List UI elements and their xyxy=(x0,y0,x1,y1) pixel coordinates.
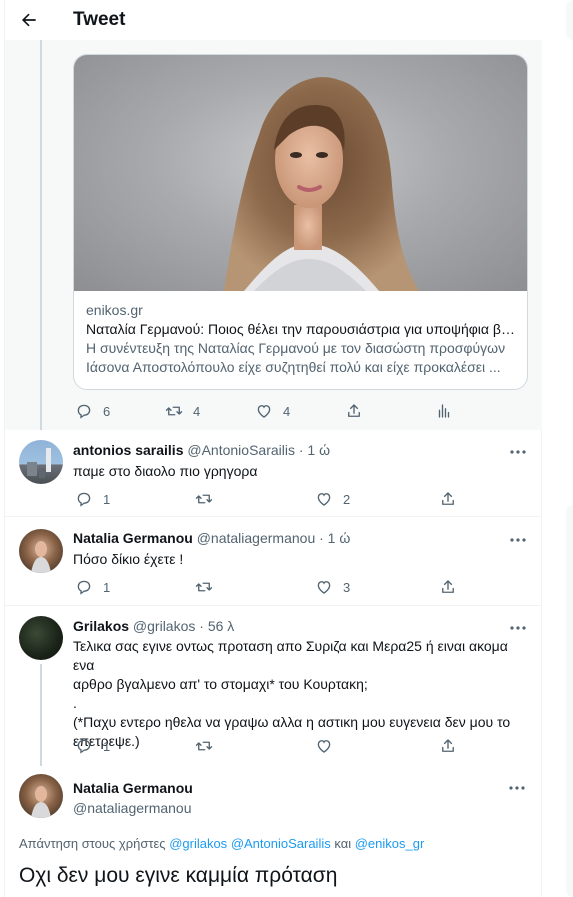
reply-tweet[interactable]: antonios sarailis @AntonioSarailis · 1 ώ… xyxy=(5,430,542,516)
heart-icon xyxy=(317,581,331,594)
replying-prefix: Απάντηση στους χρήστες xyxy=(19,836,166,851)
link-card[interactable]: enikos.gr Ναταλία Γερμανού: Ποιος θέλει … xyxy=(73,54,528,390)
avatar[interactable] xyxy=(19,774,63,818)
analytics-button[interactable] xyxy=(435,402,525,420)
heart-icon xyxy=(257,405,271,418)
share-button[interactable] xyxy=(439,490,529,508)
retweet-button[interactable] xyxy=(195,490,315,508)
avatar[interactable] xyxy=(19,616,63,660)
like-button[interactable]: 2 xyxy=(315,490,439,508)
author-name[interactable]: Natalia Germanou xyxy=(73,780,193,796)
timestamp[interactable]: · 56 λ xyxy=(199,618,234,634)
analytics-icon xyxy=(438,404,450,418)
retweet-icon xyxy=(195,494,213,504)
thread-line xyxy=(40,40,42,430)
reply-count: 1 xyxy=(103,491,111,507)
reply-icon xyxy=(77,492,91,507)
retweet-count: 4 xyxy=(193,403,201,419)
more-icon[interactable] xyxy=(508,442,528,462)
retweet-button[interactable]: 4 xyxy=(165,402,255,420)
timestamp[interactable]: · 1 ώ xyxy=(299,442,330,458)
parent-tweet[interactable]: enikos.gr Ναταλία Γερμανού: Ποιος θέλει … xyxy=(5,40,542,430)
main-tweet-text: Οχι δεν μου εγινε καμμία πρόταση xyxy=(19,864,338,887)
author-handle[interactable]: @grilakos xyxy=(133,618,195,634)
link-card-description: Η συνέντευξη της Ναταλίας Γερμανού με το… xyxy=(86,340,506,375)
timestamp[interactable]: · 1 ώ xyxy=(319,530,350,546)
header: Tweet xyxy=(5,0,542,40)
tweet-text-line: αρθρο βγαλμενο απ' το στομαχι* του Κουρτ… xyxy=(73,676,368,692)
reply-button[interactable]: 6 xyxy=(75,402,165,420)
reply-tweet[interactable]: Grilakos @grilakos · 56 λ Τελικα σας εγι… xyxy=(5,606,542,766)
sidebar-card xyxy=(566,505,573,897)
share-button[interactable] xyxy=(439,578,529,596)
reply-button[interactable]: 1 xyxy=(75,737,195,755)
arrow-left-icon[interactable] xyxy=(11,2,47,38)
author-name[interactable]: Natalia Germanou xyxy=(73,530,193,546)
reply-count: 6 xyxy=(103,403,111,419)
more-icon[interactable] xyxy=(508,618,528,638)
reply-button[interactable]: 1 xyxy=(75,578,195,596)
link-card-title: Ναταλία Γερμανού: Ποιος θέλει την παρουσ… xyxy=(86,321,515,337)
share-icon xyxy=(442,739,454,752)
tweet-actions: 1 2 xyxy=(75,490,529,508)
author-name[interactable]: Grilakos xyxy=(73,618,129,634)
share-icon xyxy=(442,580,454,593)
reply-button[interactable]: 1 xyxy=(75,490,195,508)
mention-link[interactable]: @grilakos xyxy=(169,836,227,851)
tweet-text-line: . xyxy=(73,695,77,711)
author-handle[interactable]: @nataliagermanou xyxy=(197,530,316,546)
more-icon[interactable] xyxy=(508,530,528,550)
like-button[interactable]: 3 xyxy=(315,578,439,596)
reply-tweet[interactable]: Natalia Germanou @nataliagermanou · 1 ώ … xyxy=(5,517,542,605)
avatar[interactable] xyxy=(19,529,63,573)
sidebar-card xyxy=(566,0,573,40)
tweet-text: παμε στο διαολο πιο γρηγορα xyxy=(73,463,258,479)
like-button[interactable] xyxy=(315,737,439,755)
mention-link[interactable]: @AntonioSarailis xyxy=(231,836,331,851)
thread-line xyxy=(40,664,42,766)
link-card-image xyxy=(74,55,527,291)
more-icon[interactable] xyxy=(507,778,527,798)
retweet-icon xyxy=(195,741,213,751)
replying-and: και xyxy=(334,836,352,851)
tweet-text-line: Τελικα σας εγινε οντως προταση απο Συριζ… xyxy=(73,638,508,673)
retweet-button[interactable] xyxy=(195,578,315,596)
share-button[interactable] xyxy=(439,737,529,755)
heart-icon xyxy=(317,740,331,753)
retweet-icon xyxy=(165,406,183,416)
page-title: Tweet xyxy=(73,9,126,30)
heart-icon xyxy=(317,493,331,506)
link-card-domain: enikos.gr xyxy=(86,302,143,318)
retweet-button[interactable] xyxy=(195,737,315,755)
like-count: 4 xyxy=(283,403,291,419)
replying-to: Απάντηση στους χρήστες @grilakos @Antoni… xyxy=(19,836,424,851)
retweet-icon xyxy=(195,582,213,592)
reply-icon xyxy=(77,739,91,754)
share-icon xyxy=(348,404,360,417)
parent-tweet-actions: 6 4 4 xyxy=(75,402,525,420)
author-handle[interactable]: @nataliagermanou xyxy=(73,800,192,816)
reply-count: 1 xyxy=(103,738,111,754)
reply-icon xyxy=(77,404,91,419)
share-button[interactable] xyxy=(345,402,435,420)
author-name[interactable]: antonios sarailis xyxy=(73,442,183,458)
tweet-text-line: (*Παχυ εντερο ηθελα να γραψω αλλα η αστι… xyxy=(73,714,511,730)
share-icon xyxy=(442,492,454,505)
author-handle[interactable]: @AntonioSarailis xyxy=(187,442,295,458)
tweet-actions: 1 xyxy=(75,737,529,755)
like-count: 2 xyxy=(343,491,351,507)
tweet-text: Τελικα σας εγινε οντως προταση απο Συριζ… xyxy=(73,637,533,751)
reply-count: 1 xyxy=(103,579,111,595)
like-button[interactable]: 4 xyxy=(255,402,345,420)
reply-icon xyxy=(77,580,91,595)
tweet-text: Πόσο δίκιο έχετε ! xyxy=(73,551,184,567)
tweet-actions: 1 3 xyxy=(75,578,529,596)
avatar[interactable] xyxy=(19,440,63,484)
like-count: 3 xyxy=(343,579,351,595)
mention-link[interactable]: @enikos_gr xyxy=(355,836,425,851)
timeline-column: Tweet enikos.gr Ναταλία Γερμανού: Ποιος … xyxy=(4,0,542,897)
